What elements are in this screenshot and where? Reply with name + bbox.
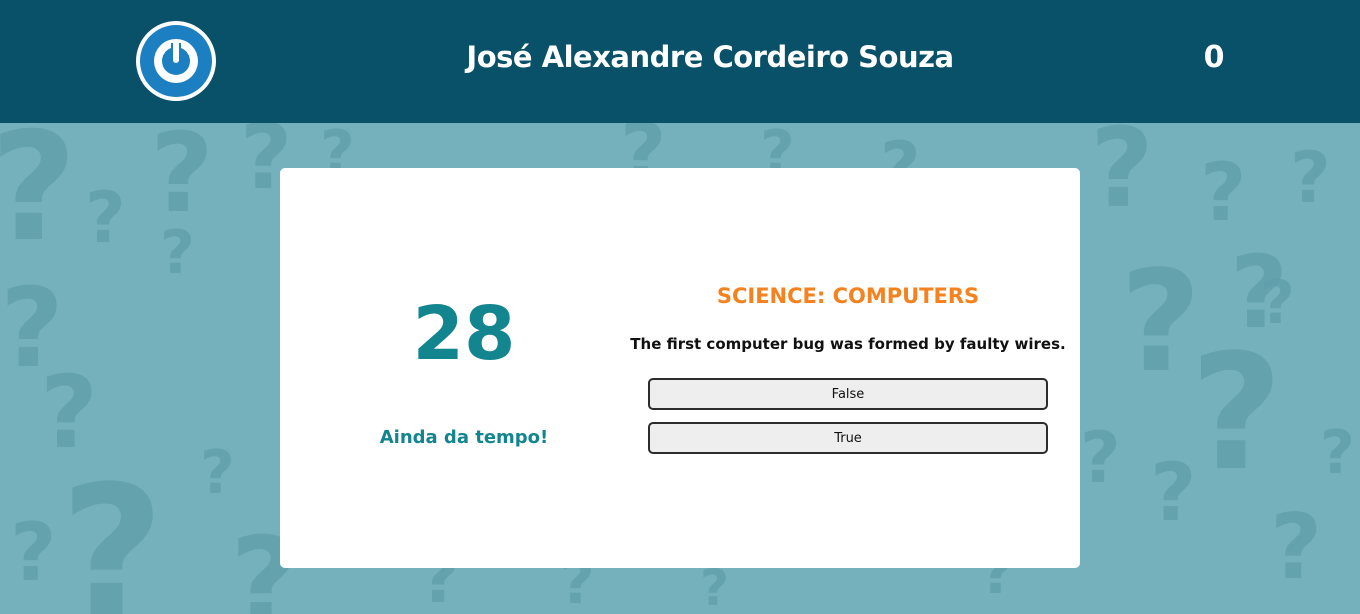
question-mark-decoration: ? [150,123,214,237]
power-icon-glyph [154,39,198,83]
countdown-timer: 28 [412,291,516,377]
question-mark-decoration: ? [10,506,57,599]
answer-list: False True [648,378,1048,466]
answer-button-true[interactable]: True [648,422,1048,454]
player-name: José Alexandre Cordeiro Souza [466,40,954,74]
top-bar: José Alexandre Cordeiro Souza 0 [0,0,1360,123]
question-card: 28 Ainda da tempo! SCIENCE: COMPUTERS Th… [280,168,1080,568]
question-mark-decoration: ? [85,177,126,259]
question-mark-decoration: ? [1090,123,1154,232]
question-mark-decoration: ? [1290,137,1331,219]
question-text: The first computer bug was formed by fau… [630,335,1066,353]
question-mark-decoration: ? [1200,146,1247,239]
question-mark-decoration: ? [1190,319,1283,506]
question-mark-decoration: ? [700,559,730,614]
question-mark-decoration: ? [160,218,195,288]
timer-message: Ainda da tempo! [379,427,549,448]
answer-button-false[interactable]: False [648,378,1048,410]
question-mark-decoration: ? [200,438,235,508]
question-mark-decoration: ? [1150,446,1197,539]
question-mark-decoration: ? [0,123,77,263]
question-mark-decoration: ? [1080,417,1121,499]
question-category: SCIENCE: COMPUTERS [716,284,980,308]
logout-button[interactable] [136,21,216,101]
question-mark-decoration: ? [60,448,165,614]
question-mark-decoration: ? [1270,495,1323,600]
score-counter: 0 [1203,40,1225,75]
question-mark-decoration: ? [1320,418,1355,488]
